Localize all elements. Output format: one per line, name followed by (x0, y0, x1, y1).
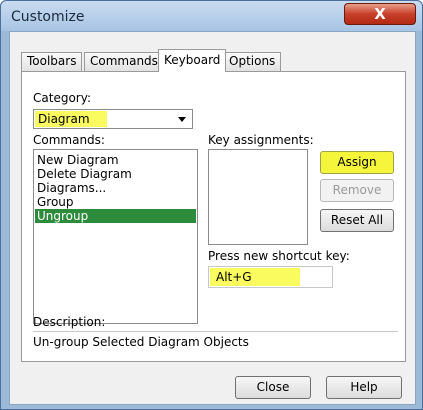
description-text: Un-group Selected Diagram Objects (33, 335, 249, 349)
list-item[interactable]: Diagrams... (37, 181, 106, 195)
category-value: Diagram (38, 112, 90, 126)
assign-button-label: Assign (337, 155, 377, 169)
key-assignments-list[interactable] (208, 149, 308, 245)
help-button-label: Help (350, 380, 378, 394)
shortcut-label: Press new shortcut key: (208, 249, 350, 263)
list-item[interactable]: Group (37, 195, 74, 209)
category-label: Category: (33, 91, 91, 105)
description-label: Description: (33, 315, 106, 329)
tab-options[interactable]: Options (223, 52, 282, 71)
key-assignments-label: Key assignments: (208, 133, 314, 147)
keyboard-tab-panel: Category: Diagram Commands: New Diagram … (21, 71, 406, 362)
list-item[interactable]: New Diagram (37, 153, 119, 167)
window-close-button[interactable]: X (344, 3, 416, 25)
tab-keyboard[interactable]: Keyboard (158, 49, 227, 72)
close-button-label: Close (256, 380, 290, 394)
title-bar[interactable]: Customize X (1, 1, 422, 31)
tab-toolbars-label: Toolbars (27, 54, 77, 68)
remove-button-label: Remove (332, 183, 382, 197)
remove-button[interactable]: Remove (320, 179, 394, 202)
close-icon: X (374, 5, 386, 23)
tab-options-label: Options (229, 54, 276, 68)
shortcut-value: Alt+G (216, 270, 252, 284)
tab-keyboard-label: Keyboard (164, 53, 221, 67)
category-dropdown[interactable]: Diagram (33, 109, 193, 129)
shortcut-key-field[interactable]: Alt+G (208, 266, 333, 288)
description-box: Un-group Selected Diagram Objects (33, 331, 398, 361)
reset-all-button[interactable]: Reset All (320, 209, 394, 232)
tab-toolbars[interactable]: Toolbars (21, 52, 83, 71)
commands-label: Commands: (33, 133, 105, 147)
tab-commands-label: Commands (90, 54, 158, 68)
list-item[interactable]: Delete Diagram (37, 167, 132, 181)
list-item-selected[interactable]: Ungroup (35, 209, 196, 223)
commands-list[interactable]: New Diagram Delete Diagram Diagrams... G… (33, 149, 198, 324)
help-button[interactable]: Help (326, 376, 402, 399)
reset-all-button-label: Reset All (330, 213, 384, 227)
window-title: Customize (11, 9, 85, 25)
chevron-down-icon[interactable] (178, 117, 186, 122)
customize-dialog: Customize X Toolbars Commands Keyboard O… (0, 0, 423, 410)
dialog-client-area: Toolbars Commands Keyboard Options Categ… (9, 31, 416, 405)
close-button[interactable]: Close (235, 376, 311, 399)
tab-commands[interactable]: Commands (84, 52, 164, 71)
assign-button[interactable]: Assign (320, 151, 394, 174)
